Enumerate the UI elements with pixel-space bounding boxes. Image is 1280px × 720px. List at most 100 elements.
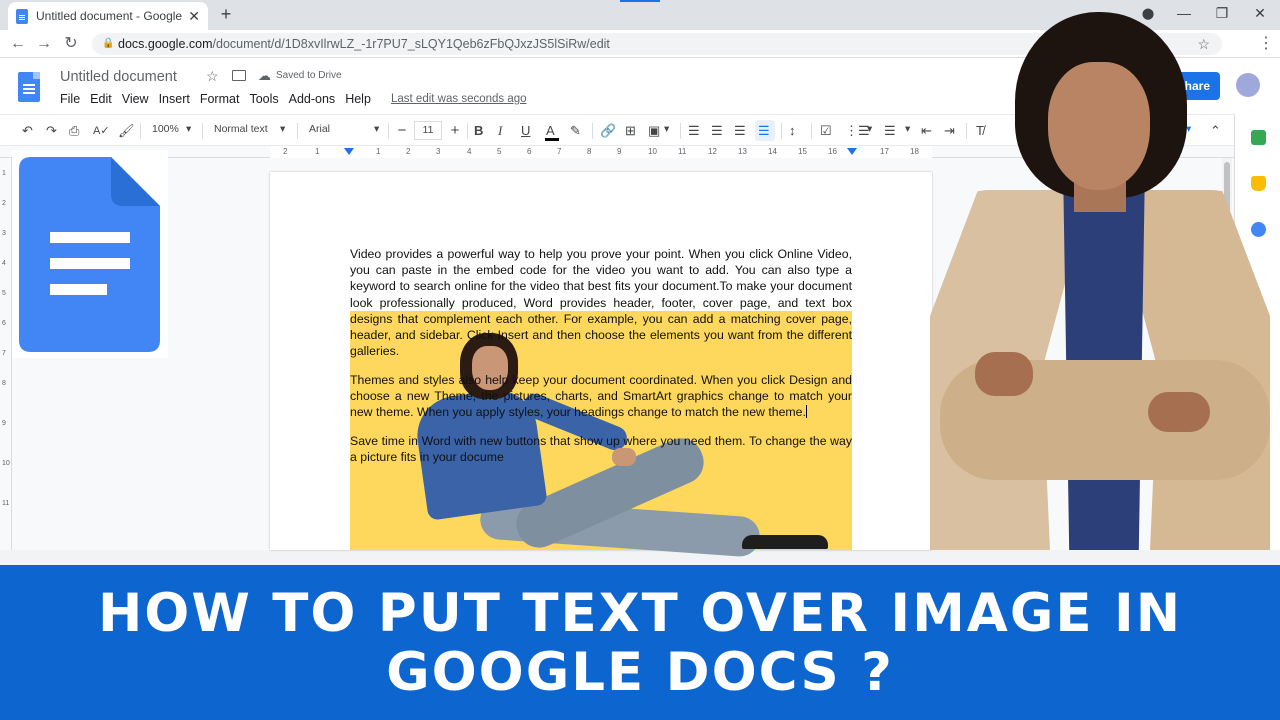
- chevron-down-icon[interactable]: ▾: [186, 123, 191, 135]
- document-paragraph[interactable]: Video provides a powerful way to help yo…: [350, 246, 852, 359]
- ruler-number: 3: [2, 230, 6, 237]
- browser-tab[interactable]: Untitled document - Google Docs ✕: [8, 2, 208, 30]
- screenshot-root: Untitled document - Google Docs ✕ + ⬤ — …: [0, 0, 1280, 720]
- right-indent-marker[interactable]: [847, 148, 857, 155]
- bulleted-list-icon[interactable]: ⋮☰: [845, 122, 870, 140]
- menu-file[interactable]: File: [60, 92, 80, 106]
- undo-icon[interactable]: ↶: [22, 122, 33, 140]
- paint-format-icon[interactable]: 🖌: [118, 122, 135, 140]
- ruler-number: 6: [2, 320, 6, 327]
- title-banner: HOW TO PUT TEXT OVER IMAGE IN GOOGLE DOC…: [0, 565, 1280, 720]
- align-right-icon[interactable]: ☰: [734, 122, 746, 140]
- back-arrow-icon[interactable]: ←: [8, 34, 28, 54]
- menu-view[interactable]: View: [122, 92, 149, 106]
- document-title[interactable]: Untitled document: [60, 69, 177, 85]
- chevron-down-icon[interactable]: ▾: [905, 123, 910, 135]
- ruler-number: 10: [2, 460, 10, 467]
- ruler-number: 2: [406, 147, 411, 156]
- window-close-icon[interactable]: ✕: [1250, 5, 1270, 22]
- ruler-number: 17: [880, 147, 889, 156]
- forward-arrow-icon[interactable]: →: [34, 34, 54, 54]
- last-edit-link[interactable]: Last edit was seconds ago: [391, 93, 527, 105]
- checklist-icon[interactable]: ☑: [820, 122, 832, 140]
- highlight-color-icon[interactable]: ✎: [570, 122, 581, 140]
- document-paragraph[interactable]: Save time in Word with new buttons that …: [350, 433, 852, 465]
- avatar[interactable]: [1236, 73, 1260, 97]
- lock-icon: 🔒: [102, 38, 115, 49]
- font-size-input[interactable]: 11: [414, 121, 442, 140]
- ruler-number: 1: [2, 170, 6, 177]
- ruler-number: 7: [557, 147, 562, 156]
- insert-image-icon[interactable]: ▣: [648, 122, 660, 140]
- url-path: /document/d/1D8xvIlrwLZ_-1r7PU7_sLQY1Qeb…: [212, 37, 610, 51]
- url-host: docs.google.com: [118, 37, 213, 51]
- calendar-icon[interactable]: [1251, 130, 1266, 145]
- vertical-ruler: 1 2 3 4 5 6 7 8 9 10 11: [0, 158, 12, 550]
- menu-insert[interactable]: Insert: [159, 92, 190, 106]
- chevron-down-icon[interactable]: ▾: [280, 123, 285, 135]
- align-left-icon[interactable]: ☰: [688, 122, 700, 140]
- zoom-select[interactable]: 100%: [152, 123, 179, 135]
- menu-tools[interactable]: Tools: [249, 92, 278, 106]
- tab-close-icon[interactable]: ✕: [188, 8, 200, 25]
- ruler-number: 9: [617, 147, 622, 156]
- style-select[interactable]: Normal text: [214, 123, 268, 135]
- font-select[interactable]: Arial: [309, 123, 330, 135]
- ruler-number: 5: [497, 147, 502, 156]
- new-tab-button[interactable]: +: [216, 4, 236, 24]
- keep-icon[interactable]: [1251, 176, 1266, 191]
- chevron-down-icon[interactable]: ▾: [374, 123, 379, 135]
- toolbar-divider: [467, 123, 468, 139]
- chevron-down-icon[interactable]: ▾: [867, 123, 872, 135]
- align-center-icon[interactable]: ☰: [711, 122, 723, 140]
- spellcheck-icon[interactable]: A✓: [93, 122, 110, 140]
- redo-icon[interactable]: ↷: [46, 122, 57, 140]
- presenter-hand: [1148, 392, 1210, 432]
- browser-menu-icon[interactable]: ⋮: [1256, 34, 1276, 54]
- google-docs-logo-icon: [19, 157, 160, 352]
- add-comment-icon[interactable]: ⊞: [625, 122, 636, 140]
- menu-format[interactable]: Format: [200, 92, 240, 106]
- toolbar-divider: [140, 123, 141, 139]
- restore-icon[interactable]: ❐: [1212, 5, 1232, 22]
- hide-menus-icon[interactable]: ⌃: [1210, 122, 1221, 140]
- ruler-number: 14: [768, 147, 777, 156]
- bookmark-star-icon[interactable]: ☆: [1197, 33, 1210, 55]
- decrease-indent-icon[interactable]: ⇤: [921, 122, 932, 140]
- menu-addons[interactable]: Add-ons: [289, 92, 336, 106]
- star-icon[interactable]: ☆: [206, 68, 219, 85]
- increase-font-size-icon[interactable]: +: [448, 122, 462, 140]
- underline-icon[interactable]: U: [521, 122, 530, 140]
- italic-icon[interactable]: I: [498, 122, 502, 140]
- toolbar-divider: [592, 123, 593, 139]
- ruler-number: 13: [738, 147, 747, 156]
- docs-favicon-icon: [16, 8, 28, 24]
- ruler-number: 8: [587, 147, 592, 156]
- ruler-number: 6: [527, 147, 532, 156]
- document-paragraph[interactable]: Themes and styles also help keep your do…: [350, 372, 852, 421]
- toolbar-divider: [297, 123, 298, 139]
- presenter-face: [1048, 62, 1150, 190]
- minimize-icon[interactable]: —: [1174, 5, 1194, 21]
- increase-indent-icon[interactable]: ⇥: [944, 122, 955, 140]
- numbered-list-icon[interactable]: ☰: [884, 122, 896, 140]
- chevron-down-icon[interactable]: ▾: [664, 123, 669, 135]
- banner-title: HOW TO PUT TEXT OVER IMAGE IN GOOGLE DOC…: [97, 582, 1183, 703]
- clear-formatting-icon[interactable]: T̸: [976, 122, 984, 140]
- print-icon[interactable]: ⎙: [69, 122, 79, 140]
- menu-edit[interactable]: Edit: [90, 92, 112, 106]
- reload-icon[interactable]: ↻: [61, 34, 81, 54]
- move-folder-icon[interactable]: [232, 70, 246, 81]
- decrease-font-size-icon[interactable]: −: [395, 122, 409, 140]
- image-person-shoe: [742, 535, 828, 549]
- align-justify-icon[interactable]: ☰: [758, 122, 770, 140]
- bold-icon[interactable]: B: [474, 122, 483, 140]
- line-spacing-icon[interactable]: ↕: [789, 122, 796, 140]
- profile-menu-icon[interactable]: ⬤: [1138, 7, 1158, 20]
- ruler-number: 11: [2, 500, 10, 507]
- docs-logo-icon[interactable]: [18, 72, 40, 102]
- left-indent-marker[interactable]: [344, 148, 354, 155]
- tasks-icon[interactable]: [1251, 222, 1266, 237]
- insert-link-icon[interactable]: 🔗: [600, 122, 616, 140]
- menu-help[interactable]: Help: [345, 92, 371, 106]
